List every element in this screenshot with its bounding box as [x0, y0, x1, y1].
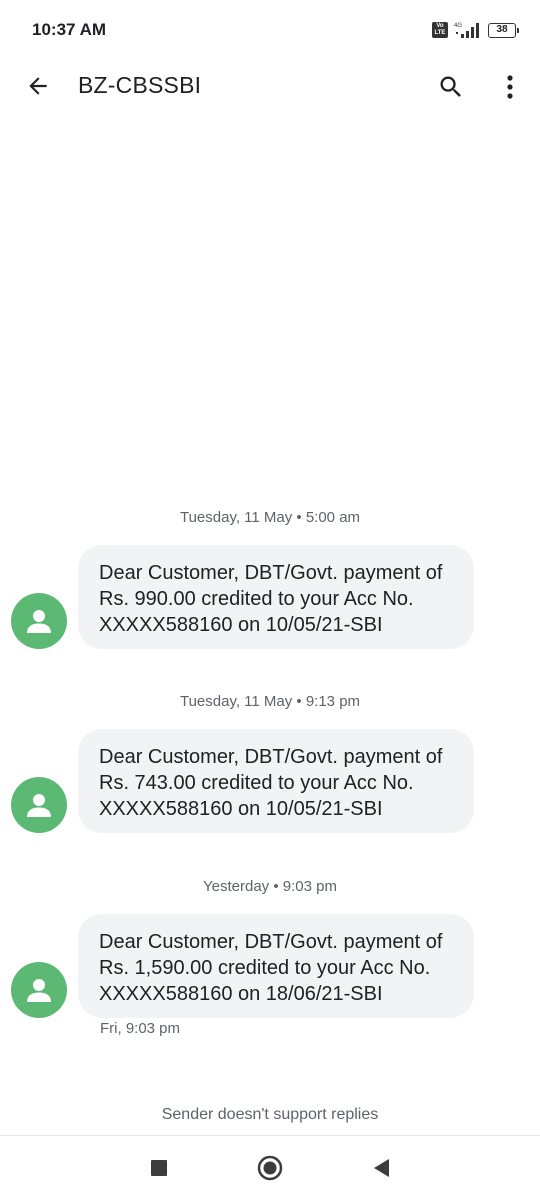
signal-icon: 4G: [454, 23, 479, 38]
circle-icon: [257, 1155, 283, 1181]
system-nav-bar: [0, 1136, 540, 1200]
message-sent-time: Fri, 9:03 pm: [100, 1020, 181, 1037]
home-button[interactable]: [250, 1150, 290, 1186]
back-button[interactable]: [22, 70, 54, 102]
more-vert-icon: [507, 75, 513, 99]
back-nav-button[interactable]: [361, 1150, 401, 1186]
person-icon: [27, 794, 51, 817]
message-timestamp: Yesterday • 9:03 pm: [203, 878, 337, 895]
sender-avatar[interactable]: [11, 593, 67, 649]
status-time: 10:37 AM: [32, 20, 107, 39]
message-timestamp: Tuesday, 11 May • 5:00 am: [179, 509, 361, 526]
message-bubble[interactable]: Dear Customer, DBT/Govt. payment of Rs. …: [78, 729, 474, 833]
person-icon: [27, 610, 51, 633]
sender-avatar[interactable]: [11, 962, 67, 1018]
message-bubble[interactable]: Dear Customer, DBT/Govt. payment of Rs. …: [78, 914, 474, 1018]
volte-icon: Vo LTE: [432, 22, 448, 38]
square-icon: [151, 1160, 167, 1176]
search-icon: [440, 76, 461, 97]
search-button[interactable]: [434, 70, 468, 104]
no-reply-notice: Sender doesn't support replies: [161, 1106, 379, 1123]
battery-icon: 38: [488, 22, 519, 38]
message-timestamp: Tuesday, 11 May • 9:13 pm: [179, 693, 361, 710]
triangle-back-icon: [374, 1159, 389, 1177]
conversation-title: BZ-CBSSBI: [78, 72, 202, 98]
status-bar: 10:37 AM Vo LTE 4G 38: [0, 0, 540, 60]
status-icons: Vo LTE 4G 38: [432, 20, 519, 40]
sender-avatar[interactable]: [11, 777, 67, 833]
recents-button[interactable]: [139, 1150, 179, 1186]
back-arrow-icon: [29, 77, 47, 95]
person-icon: [27, 979, 51, 1002]
more-options-button[interactable]: [494, 70, 526, 104]
message-bubble[interactable]: Dear Customer, DBT/Govt. payment of Rs. …: [78, 545, 474, 649]
app-bar: BZ-CBSSBI: [0, 60, 540, 112]
svg-text:4G: 4G: [454, 23, 462, 29]
